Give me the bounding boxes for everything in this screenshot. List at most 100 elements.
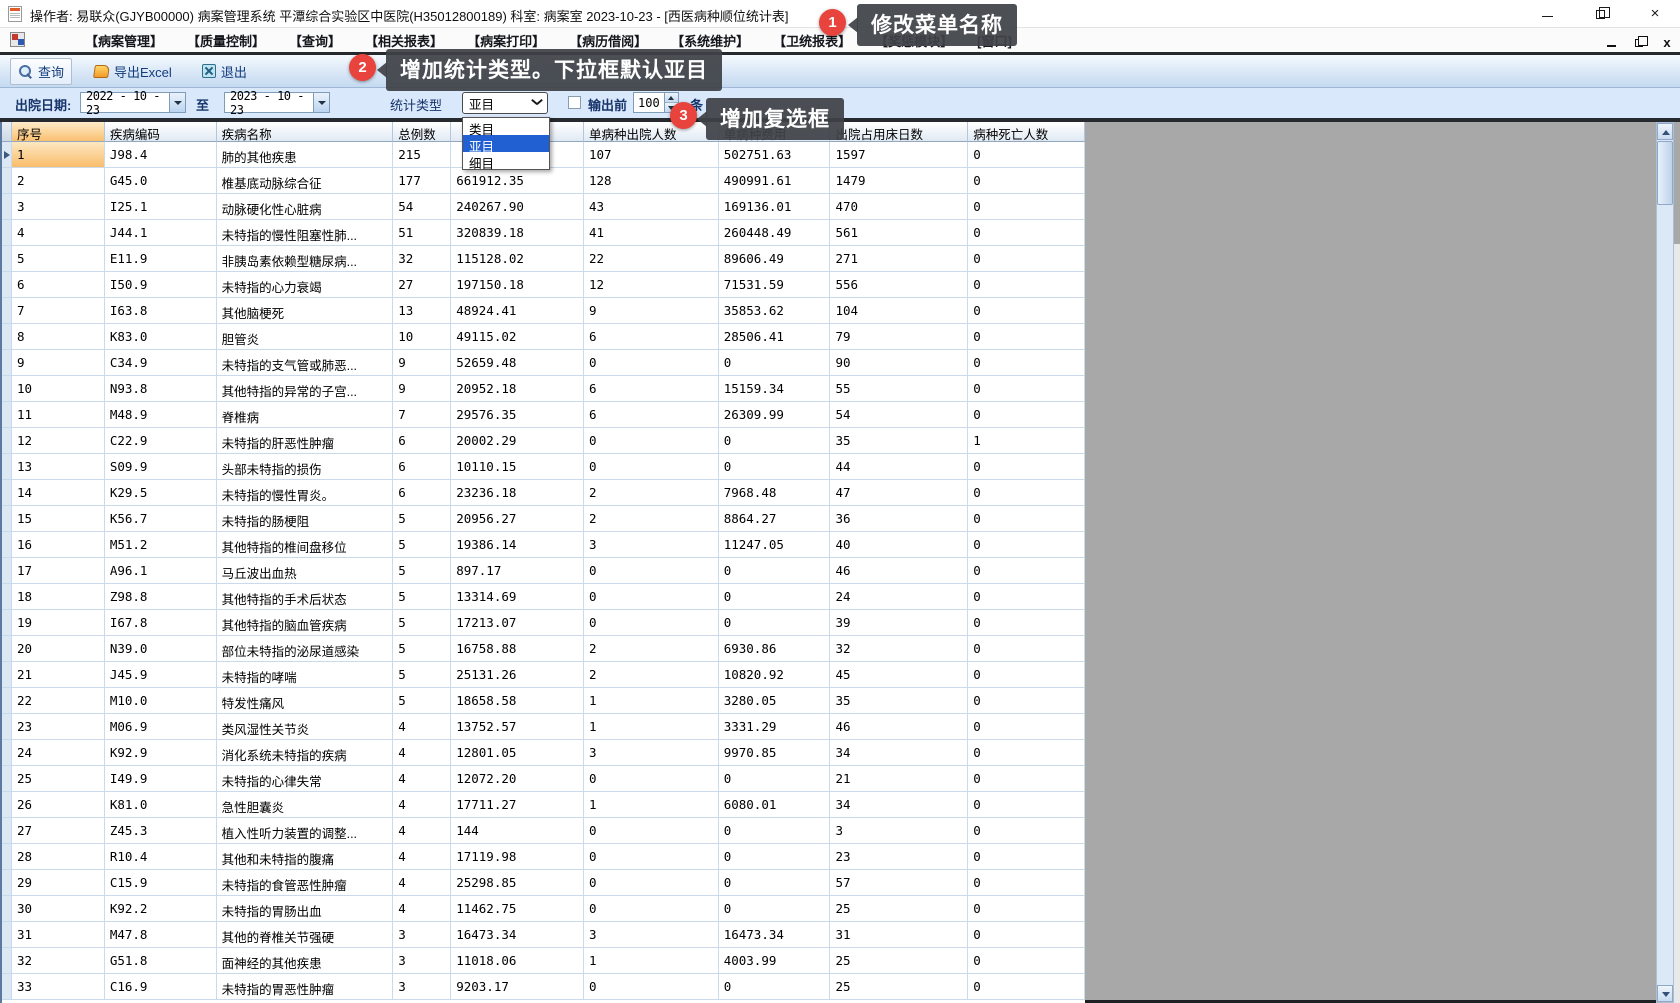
mdi-minimize-button[interactable] xyxy=(1600,34,1622,48)
calendar-dropdown-icon[interactable] xyxy=(169,93,185,112)
close-icon: × xyxy=(1650,5,1660,22)
table-row[interactable]: 32 G51.8 面神经的其他疾患 3 11018.06 1 4003.99 25 0 xyxy=(2,948,1086,974)
date-to-value: 2023 - 10 - 23 xyxy=(230,88,304,117)
row-indicator xyxy=(2,792,12,818)
table-row[interactable]: 11 M48.9 脊椎病 7 29576.35 6 26309.99 54 0 xyxy=(2,402,1086,428)
window-right-edge xyxy=(1674,244,1680,1003)
table-row[interactable]: 7 I63.8 其他脑梗死 13 48924.41 9 35853.62 104 0 xyxy=(2,298,1086,324)
output-limit-label: 输出前 xyxy=(588,98,628,113)
table-row[interactable]: 3 I25.1 动脉硬化性心脏病 54 240267.90 43 169136.01 470 0 xyxy=(2,194,1086,220)
menu-item-5[interactable]: 【病历借阅】 xyxy=(569,31,647,50)
cell-6-3: 27 xyxy=(393,272,452,298)
menu-item-0[interactable]: 【病案管理】 xyxy=(85,31,163,50)
data-grid: 序号疾病编码疾病名称总例数单病种出院人数单病种费用出院占用床日数病种死亡人数 1… xyxy=(0,122,1086,1003)
table-row[interactable]: 12 C22.9 未特指的肝恶性肿瘤 6 20002.29 0 0 35 1 xyxy=(2,428,1086,454)
table-row[interactable]: 20 N39.0 部位未特指的泌尿道感染 5 16758.88 2 6930.86 32 0 xyxy=(2,636,1086,662)
cell-11-7: 54 xyxy=(830,402,969,428)
table-row[interactable]: 26 K81.0 急性胆囊炎 4 17711.27 1 6080.01 34 0 xyxy=(2,792,1086,818)
table-row[interactable]: 15 K56.7 未特指的肠梗阻 5 20956.27 2 8864.27 36 0 xyxy=(2,506,1086,532)
table-row[interactable]: 30 K92.2 未特指的胃肠出血 4 11462.75 0 0 25 0 xyxy=(2,896,1086,922)
table-row[interactable]: 10 N93.8 其他特指的异常的子宫... 9 20952.18 6 15159.34 55… xyxy=(2,376,1086,402)
column-header-3[interactable]: 总例数 xyxy=(393,122,452,142)
stat-type-dropdown-list: 类目 亚目 细目 xyxy=(462,117,550,171)
cell-26-6: 6080.01 xyxy=(718,792,831,818)
column-header-7[interactable]: 出院占用床日数 xyxy=(830,122,969,142)
column-header-0[interactable]: 序号 xyxy=(11,122,105,142)
table-row[interactable]: 25 I49.9 未特指的心律失常 4 12072.20 0 0 21 0 xyxy=(2,766,1086,792)
column-header-1[interactable]: 疾病编码 xyxy=(104,122,217,142)
export-excel-button[interactable]: 导出Excel xyxy=(86,58,180,85)
cell-28-0: 28 xyxy=(11,844,105,870)
table-row[interactable]: 21 J45.9 未特指的哮喘 5 25131.26 2 10820.92 45 0 xyxy=(2,662,1086,688)
cell-9-3: 9 xyxy=(393,350,452,376)
cell-23-8: 0 xyxy=(968,714,1086,740)
table-row[interactable]: 8 K83.0 胆管炎 10 49115.02 6 28506.41 79 0 xyxy=(2,324,1086,350)
stat-type-option-细目[interactable]: 细目 xyxy=(463,152,549,171)
table-row[interactable]: 19 I67.8 其他特指的脑血管疾病 5 17213.07 0 0 39 0 xyxy=(2,610,1086,636)
cell-29-2: 未特指的食管恶性肿瘤 xyxy=(216,870,394,896)
menu-item-3[interactable]: 【相关报表】 xyxy=(365,31,443,50)
cell-26-3: 4 xyxy=(393,792,452,818)
scroll-up-icon[interactable] xyxy=(1657,123,1673,140)
mdi-restore-button[interactable] xyxy=(1628,34,1650,48)
cell-10-0: 10 xyxy=(11,376,105,402)
column-header-2[interactable]: 疾病名称 xyxy=(216,122,394,142)
stat-type-option-类目[interactable]: 类目 xyxy=(463,118,549,137)
stat-type-option-亚目[interactable]: 亚目 xyxy=(463,135,549,154)
vertical-scrollbar[interactable] xyxy=(1656,122,1674,1003)
table-row[interactable]: 31 M47.8 其他的脊椎关节强硬 3 16473.34 3 16473.34 31 0 xyxy=(2,922,1086,948)
stat-type-combobox[interactable]: 亚目 xyxy=(462,92,548,114)
menu-item-1[interactable]: 【质量控制】 xyxy=(187,31,265,50)
row-indicator xyxy=(2,636,12,662)
cell-16-1: M51.2 xyxy=(104,532,217,558)
menu-item-6[interactable]: 【系统维护】 xyxy=(671,31,749,50)
cell-2-6: 490991.61 xyxy=(718,168,831,194)
cell-14-4: 23236.18 xyxy=(451,480,584,506)
table-row[interactable]: 29 C15.9 未特指的食管恶性肿瘤 4 25298.85 0 0 57 0 xyxy=(2,870,1086,896)
window-close-button[interactable]: × xyxy=(1640,4,1670,24)
query-button[interactable]: 查询 xyxy=(10,57,73,85)
table-row[interactable]: 28 R10.4 其他和未特指的腹痛 4 17119.98 0 0 23 0 xyxy=(2,844,1086,870)
scroll-down-icon[interactable] xyxy=(1657,985,1673,1002)
window-minimize-button[interactable] xyxy=(1532,4,1562,24)
spinner-up-icon[interactable] xyxy=(665,93,678,102)
menu-item-2[interactable]: 【查询】 xyxy=(289,31,341,50)
column-header-8[interactable]: 病种死亡人数 xyxy=(968,122,1086,142)
cell-31-1: M47.8 xyxy=(104,922,217,948)
table-row[interactable]: 6 I50.9 未特指的心力衰竭 27 197150.18 12 71531.59 556 0 xyxy=(2,272,1086,298)
cell-26-4: 17711.27 xyxy=(451,792,584,818)
cell-2-3: 177 xyxy=(393,168,452,194)
mdi-close-button[interactable]: x xyxy=(1656,34,1678,50)
exit-button[interactable]: 退出 xyxy=(194,58,255,85)
cell-4-4: 320839.18 xyxy=(451,220,584,246)
scrollbar-thumb[interactable] xyxy=(1657,141,1673,205)
window-restore-button[interactable] xyxy=(1585,4,1615,24)
table-row[interactable]: 18 Z98.8 其他特指的手术后状态 5 13314.69 0 0 24 0 xyxy=(2,584,1086,610)
row-indicator xyxy=(2,766,12,792)
table-row[interactable]: 5 E11.9 非胰岛素依赖型糖尿病... 32 115128.02 22 89606.49… xyxy=(2,246,1086,272)
menu-item-4[interactable]: 【病案打印】 xyxy=(467,31,545,50)
table-row[interactable]: 4 J44.1 未特指的慢性阻塞性肺... 51 320839.18 41 260448.4… xyxy=(2,220,1086,246)
cell-11-1: M48.9 xyxy=(104,402,217,428)
date-to-input[interactable]: 2023 - 10 - 23 xyxy=(224,89,330,117)
cell-8-0: 8 xyxy=(11,324,105,350)
table-row[interactable]: 24 K92.9 消化系统未特指的疾病 4 12801.05 3 9970.85 34 0 xyxy=(2,740,1086,766)
table-row[interactable]: 22 M10.0 特发性痛风 5 18658.58 1 3280.05 35 0 xyxy=(2,688,1086,714)
table-row[interactable]: 9 C34.9 未特指的支气管或肺恶... 9 52659.48 0 0 90 0 xyxy=(2,350,1086,376)
cell-3-7: 470 xyxy=(830,194,969,220)
table-row[interactable]: 27 Z45.3 植入性听力装置的调整... 4 144 0 0 3 0 xyxy=(2,818,1086,844)
table-row[interactable]: 33 C16.9 未特指的胃恶性肿瘤 3 9203.17 0 0 25 0 xyxy=(2,974,1086,1000)
table-row[interactable]: 23 M06.9 类风湿性关节炎 4 13752.57 1 3331.29 46 0 xyxy=(2,714,1086,740)
table-row[interactable]: 16 M51.2 其他特指的椎间盘移位 5 19386.14 3 11247.05 40 0 xyxy=(2,532,1086,558)
date-from-input[interactable]: 2022 - 10 - 23 xyxy=(80,89,186,117)
table-row[interactable]: 13 S09.9 头部未特指的损伤 6 10110.15 0 0 44 0 xyxy=(2,454,1086,480)
table-row[interactable]: 2 G45.0 椎基底动脉综合征 177 661912.35 128 490991.61 14… xyxy=(2,168,1086,194)
table-row[interactable]: 14 K29.5 未特指的慢性胃炎。 6 23236.18 2 7968.48 47 0 xyxy=(2,480,1086,506)
callout-badge-1: 1 xyxy=(819,9,846,36)
calendar-dropdown-icon[interactable] xyxy=(313,93,329,112)
cell-33-4: 9203.17 xyxy=(451,974,584,1000)
table-row[interactable]: 17 A96.1 马丘波出血热 5 897.17 0 0 46 0 xyxy=(2,558,1086,584)
cell-16-7: 40 xyxy=(830,532,969,558)
cell-23-5: 1 xyxy=(583,714,719,740)
output-limit-checkbox[interactable] xyxy=(568,96,581,109)
